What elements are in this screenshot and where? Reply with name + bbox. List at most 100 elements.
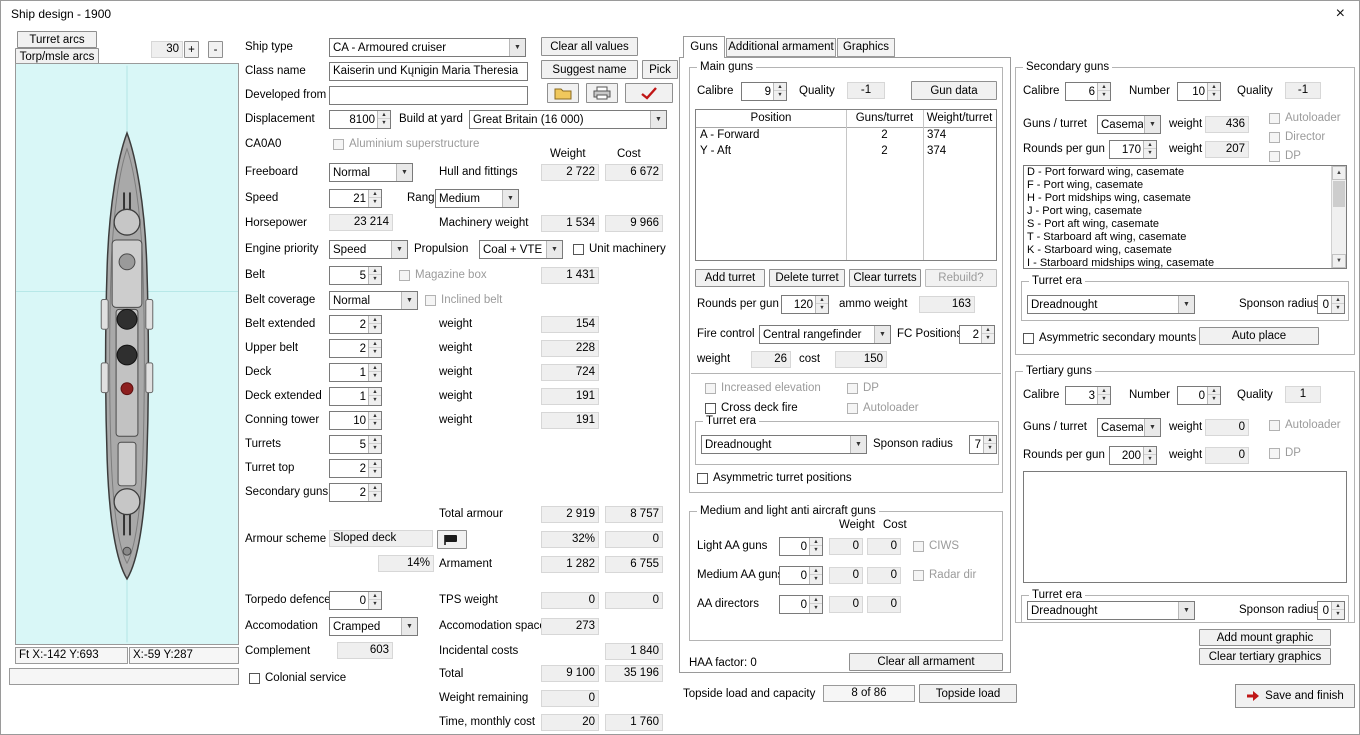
spin-down-icon[interactable]: ▼	[1098, 395, 1110, 403]
fire-control-dropdown[interactable]: Central rangefinder ▼	[759, 325, 891, 344]
tertiary-sponson-radius-spinner[interactable]: 0 ▲ ▼	[1317, 601, 1345, 620]
spin-up-icon[interactable]: ▲	[369, 592, 381, 600]
spin-up-icon[interactable]: ▲	[1208, 83, 1220, 91]
gun-data-button[interactable]: Gun data	[911, 81, 997, 100]
main-turret-era-dropdown[interactable]: Dreadnought ▼	[701, 435, 867, 454]
spin-up-icon[interactable]: ▲	[369, 364, 381, 372]
arc-angle-plus-button[interactable]: +	[184, 41, 199, 58]
main-rounds-spinner[interactable]: 120 ▲ ▼	[781, 295, 829, 314]
spin-up-icon[interactable]: ▲	[774, 83, 786, 91]
spin-up-icon[interactable]: ▲	[369, 460, 381, 468]
secondary-number-spinner[interactable]: 10 ▲ ▼	[1177, 82, 1221, 101]
spin-down-icon[interactable]: ▼	[369, 396, 381, 404]
freeboard-dropdown[interactable]: Normal ▼	[329, 163, 413, 182]
secondary-mount-dropdown[interactable]: Casemat ▼	[1097, 115, 1161, 134]
tab-guns[interactable]: Guns	[683, 36, 725, 58]
dropdown-arrow-icon[interactable]: ▼	[502, 190, 518, 207]
spin-down-icon[interactable]: ▼	[1144, 455, 1156, 463]
turret-arcs-button[interactable]: Turret arcs	[17, 31, 97, 48]
tertiary-rounds-spinner[interactable]: 200 ▲ ▼	[1109, 446, 1157, 465]
spin-down-icon[interactable]: ▼	[816, 304, 828, 312]
dropdown-arrow-icon[interactable]: ▼	[401, 618, 417, 635]
spin-down-icon[interactable]: ▼	[369, 372, 381, 380]
dropdown-arrow-icon[interactable]: ▼	[1178, 296, 1194, 313]
save-and-finish-button[interactable]: Save and finish	[1235, 684, 1355, 708]
spin-up-icon[interactable]: ▲	[369, 316, 381, 324]
spin-up-icon[interactable]: ▲	[369, 388, 381, 396]
spin-down-icon[interactable]: ▼	[369, 420, 381, 428]
spin-down-icon[interactable]: ▼	[982, 334, 994, 342]
open-file-button[interactable]	[547, 83, 579, 103]
belt-coverage-dropdown[interactable]: Normal ▼	[329, 291, 418, 310]
spin-up-icon[interactable]: ▲	[1098, 387, 1110, 395]
secondary-turret-era-dropdown[interactable]: Dreadnought ▼	[1027, 295, 1195, 314]
fc-positions-spinner[interactable]: 2 ▲ ▼	[959, 325, 995, 344]
spin-down-icon[interactable]: ▼	[810, 604, 822, 612]
dropdown-arrow-icon[interactable]: ▼	[1144, 116, 1160, 133]
list-item[interactable]: K - Starboard wing, casemate	[1024, 244, 1346, 257]
spin-up-icon[interactable]: ▲	[369, 436, 381, 444]
dropdown-arrow-icon[interactable]: ▼	[1178, 602, 1194, 619]
arc-angle-minus-button[interactable]: -	[208, 41, 223, 58]
accomodation-dropdown[interactable]: Cramped ▼	[329, 617, 418, 636]
cross-deck-fire-checkbox[interactable]: Cross deck fire	[705, 401, 798, 415]
tab-graphics[interactable]: Graphics	[837, 38, 895, 57]
spin-down-icon[interactable]: ▼	[1208, 91, 1220, 99]
add-mount-graphic-button[interactable]: Add mount graphic	[1199, 629, 1331, 646]
spin-up-icon[interactable]: ▲	[369, 190, 381, 198]
list-item[interactable]: T - Starboard aft wing, casemate	[1024, 231, 1346, 244]
spin-up-icon[interactable]: ▲	[369, 484, 381, 492]
belt-spinner[interactable]: 5 ▲ ▼	[329, 266, 382, 285]
spin-up-icon[interactable]: ▲	[1332, 602, 1344, 610]
spin-down-icon[interactable]: ▼	[369, 198, 381, 206]
secondary-rounds-spinner[interactable]: 170 ▲ ▼	[1109, 140, 1157, 159]
spin-down-icon[interactable]: ▼	[369, 348, 381, 356]
tertiary-calibre-spinner[interactable]: 3 ▲ ▼	[1065, 386, 1111, 405]
add-turret-button[interactable]: Add turret	[695, 269, 765, 287]
spin-down-icon[interactable]: ▼	[984, 444, 996, 452]
deck-spinner[interactable]: 1 ▲ ▼	[329, 363, 382, 382]
main-calibre-spinner[interactable]: 9 ▲ ▼	[741, 82, 787, 101]
belt-extended-spinner[interactable]: 2 ▲ ▼	[329, 315, 382, 334]
list-item[interactable]: S - Port aft wing, casemate	[1024, 218, 1346, 231]
class-name-input[interactable]: Kaiserin und Kųnigin Maria Theresia	[329, 62, 528, 81]
developed-from-input[interactable]	[329, 86, 528, 105]
spin-down-icon[interactable]: ▼	[774, 91, 786, 99]
scroll-up-icon[interactable]: ▲	[1332, 166, 1346, 180]
dropdown-arrow-icon[interactable]: ▼	[850, 436, 866, 453]
dropdown-arrow-icon[interactable]: ▼	[396, 164, 412, 181]
build-yard-dropdown[interactable]: Great Britain (16 000) ▼	[469, 110, 667, 129]
tertiary-positions-list[interactable]	[1023, 471, 1347, 583]
aa-directors-spinner[interactable]: 0 ▲ ▼	[779, 595, 823, 614]
dropdown-arrow-icon[interactable]: ▼	[874, 326, 890, 343]
secondary-sponson-radius-spinner[interactable]: 0 ▲ ▼	[1317, 295, 1345, 314]
ship-design-canvas[interactable]	[15, 63, 239, 645]
delete-turret-button[interactable]: Delete turret	[769, 269, 845, 287]
armour-scheme-picture-button[interactable]	[437, 530, 467, 549]
main-guns-table[interactable]: Position Guns/turret Weight/turret A - F…	[695, 109, 997, 261]
clear-all-armament-button[interactable]: Clear all armament	[849, 653, 1003, 671]
torpedo-defence-spinner[interactable]: 0 ▲ ▼	[329, 591, 382, 610]
displacement-spinner[interactable]: 8100 ▲ ▼	[329, 110, 391, 129]
tab-additional-armament[interactable]: Additional armament	[726, 38, 836, 57]
clear-turrets-button[interactable]: Clear turrets	[849, 269, 921, 287]
medium-aa-spinner[interactable]: 0 ▲ ▼	[779, 566, 823, 585]
dropdown-arrow-icon[interactable]: ▼	[509, 39, 525, 56]
light-aa-spinner[interactable]: 0 ▲ ▼	[779, 537, 823, 556]
tertiary-number-spinner[interactable]: 0 ▲ ▼	[1177, 386, 1221, 405]
spin-down-icon[interactable]: ▼	[1144, 149, 1156, 157]
dropdown-arrow-icon[interactable]: ▼	[401, 292, 417, 309]
clear-all-values-button[interactable]: Clear all values	[541, 37, 638, 56]
deck-extended-spinner[interactable]: 1 ▲ ▼	[329, 387, 382, 406]
main-sponson-radius-spinner[interactable]: 7 ▲ ▼	[969, 435, 997, 454]
turret-top-spinner[interactable]: 2 ▲ ▼	[329, 459, 382, 478]
spin-up-icon[interactable]: ▲	[816, 296, 828, 304]
confirm-design-button[interactable]	[625, 83, 673, 103]
tertiary-turret-era-dropdown[interactable]: Dreadnought ▼	[1027, 601, 1195, 620]
spin-down-icon[interactable]: ▼	[369, 444, 381, 452]
spin-down-icon[interactable]: ▼	[1098, 91, 1110, 99]
spin-down-icon[interactable]: ▼	[369, 275, 381, 283]
speed-spinner[interactable]: 21 ▲ ▼	[329, 189, 382, 208]
spin-down-icon[interactable]: ▼	[369, 492, 381, 500]
spin-up-icon[interactable]: ▲	[810, 538, 822, 546]
